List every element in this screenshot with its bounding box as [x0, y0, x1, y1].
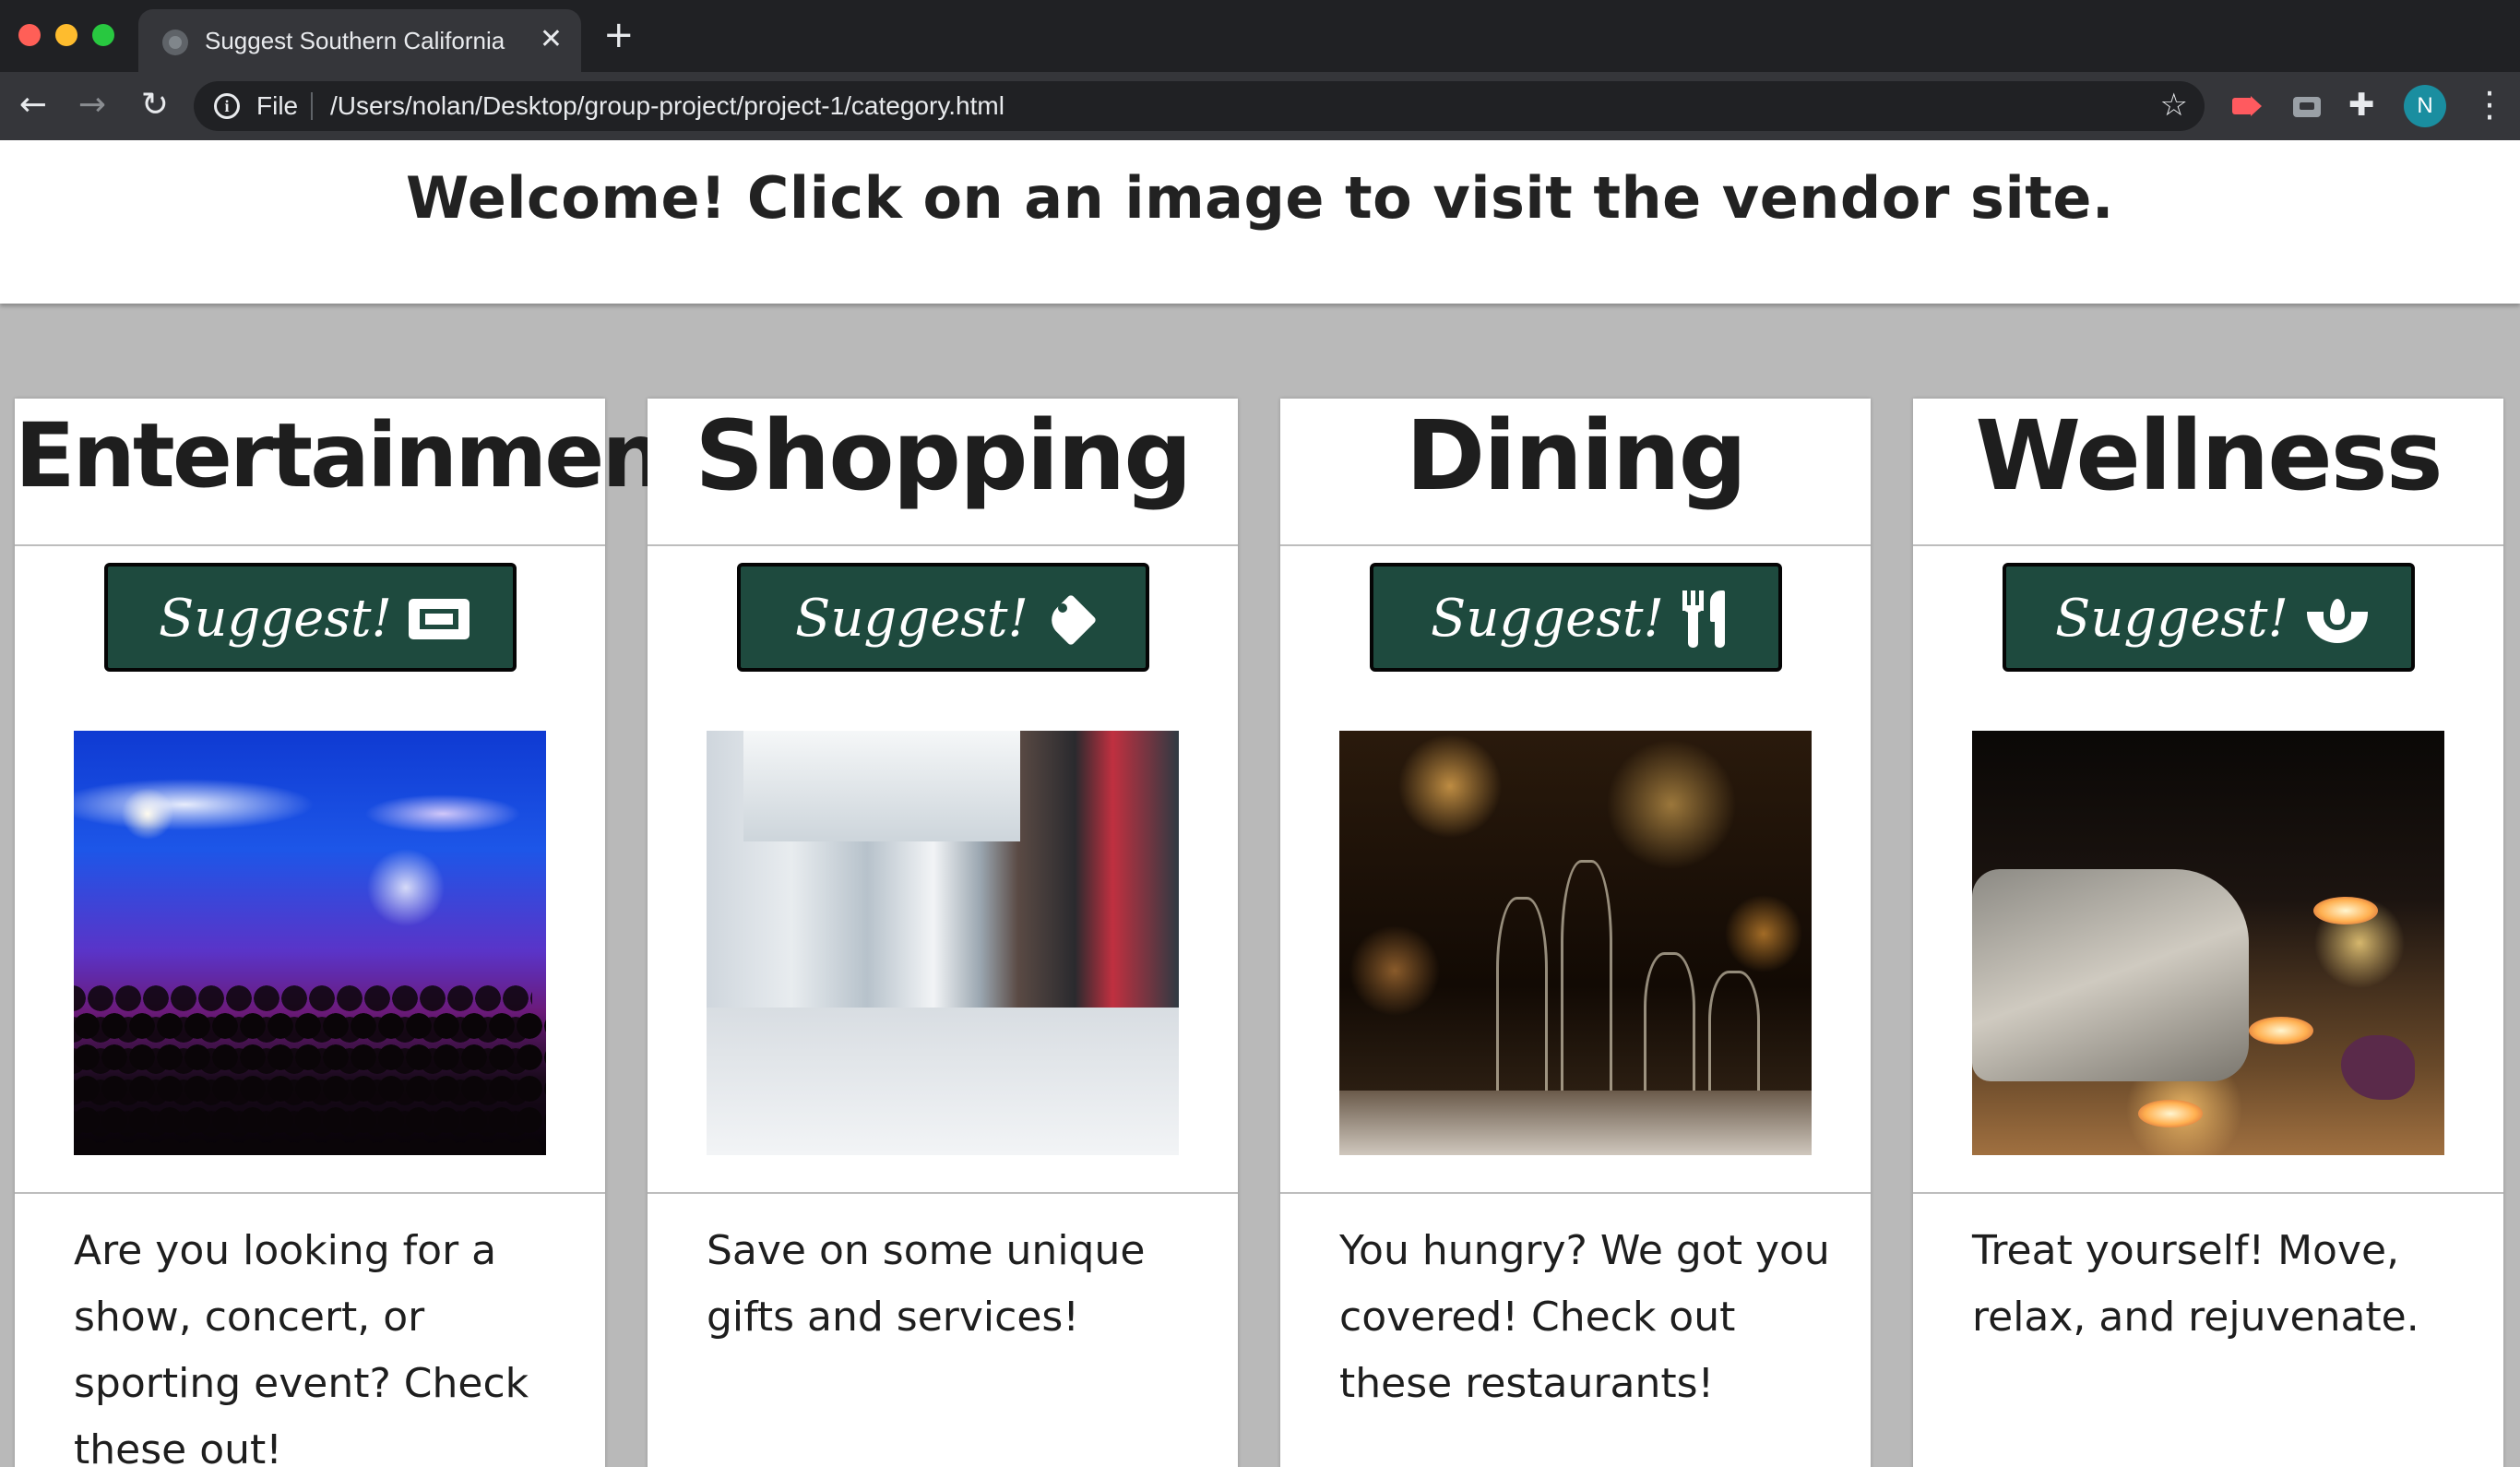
card-description: Are you looking for a show, concert, or … — [74, 1227, 529, 1467]
flower — [2341, 1035, 2415, 1100]
utensils-icon — [1681, 590, 1729, 648]
back-arrow-icon[interactable]: ← — [13, 85, 53, 125]
card-title: Dining — [1405, 400, 1747, 512]
tab-strip: Suggest Southern California ✕ + — [0, 0, 2520, 72]
suggest-button-label: Suggest! — [158, 589, 392, 649]
tea-light-candle — [2313, 897, 2378, 924]
new-tab-icon[interactable]: + — [603, 17, 635, 54]
card-divider — [1280, 1192, 1871, 1194]
card-description: You hungry? We got you covered! Check ou… — [1339, 1227, 1830, 1407]
card-header: Shopping — [648, 399, 1238, 546]
address-bar-divider — [311, 92, 313, 120]
info-icon[interactable]: i — [214, 93, 240, 119]
restaurant-table-image[interactable] — [1339, 731, 1812, 1155]
suggest-shopping-button[interactable]: Suggest! — [737, 563, 1149, 672]
crowd-silhouette — [74, 980, 532, 1155]
close-window-button[interactable] — [18, 24, 41, 46]
suggest-button-label: Suggest! — [1430, 589, 1664, 649]
card-title: Shopping — [695, 400, 1192, 512]
tea-light-candle — [2249, 1017, 2313, 1044]
card-header: Entertainment — [15, 399, 705, 546]
card-title: Entertainment — [15, 404, 705, 507]
suggest-dining-button[interactable]: Suggest! — [1370, 563, 1782, 672]
globe-icon — [162, 30, 188, 55]
mall-floor — [707, 1008, 1179, 1155]
concert-crowd-image[interactable] — [74, 731, 546, 1155]
close-tab-icon[interactable]: ✕ — [540, 23, 563, 56]
card-divider — [648, 1192, 1238, 1194]
spa-lotus-icon — [2305, 593, 2370, 645]
suggest-entertainment-button[interactable]: Suggest! — [104, 563, 517, 672]
mall-atrium — [743, 731, 1020, 841]
category-card-entertainment: Entertainment Suggest! Are you looking f… — [15, 399, 705, 1467]
card-header: Dining — [1280, 399, 1871, 546]
screen-extension-icon[interactable] — [2291, 92, 2323, 120]
url-text[interactable]: /Users/nolan/Desktop/group-project/proje… — [330, 91, 1004, 121]
card-header: Wellness — [1913, 399, 2503, 546]
address-bar[interactable]: i File /Users/nolan/Desktop/group-projec… — [194, 81, 2205, 131]
tea-light-candle — [2138, 1100, 2203, 1127]
table-setting — [1339, 1091, 1812, 1155]
browser-window-chrome: Suggest Southern California ✕ + ← → ↻ i … — [0, 0, 2520, 140]
browser-toolbar: ← → ↻ i File /Users/nolan/Desktop/group-… — [0, 72, 2520, 140]
site-header: Welcome! Click on an image to visit the … — [0, 140, 2520, 304]
video-extension-icon[interactable] — [2230, 92, 2262, 120]
card-title: Wellness — [1975, 400, 2443, 512]
kebab-menu-icon[interactable]: ⋮ — [2472, 83, 2507, 125]
maximize-window-button[interactable] — [92, 24, 114, 46]
suggest-wellness-button[interactable]: Suggest! — [2003, 563, 2415, 672]
profile-avatar[interactable]: N — [2404, 85, 2446, 127]
rolled-towel — [1972, 869, 2249, 1081]
card-divider — [15, 1192, 605, 1194]
ticket-icon — [409, 598, 470, 639]
puzzle-icon[interactable]: ✚ — [2348, 87, 2375, 124]
card-description: Treat yourself! Move, relax, and rejuven… — [1972, 1227, 2419, 1341]
browser-tab[interactable]: Suggest Southern California ✕ — [138, 9, 581, 72]
category-card-dining: Dining Suggest! You hungry? We got you c… — [1280, 399, 1871, 1467]
star-icon[interactable]: ☆ — [2160, 87, 2188, 124]
card-divider — [1913, 1192, 2503, 1194]
shopping-mall-image[interactable] — [707, 731, 1179, 1155]
card-description: Save on some unique gifts and services! — [707, 1227, 1146, 1341]
minimize-window-button[interactable] — [55, 24, 77, 46]
category-card-shopping: Shopping Suggest! Save on some unique gi… — [648, 399, 1238, 1467]
page-content: Welcome! Click on an image to visit the … — [0, 140, 2520, 1467]
category-card-wellness: Wellness Suggest! Treat yourself! Move, … — [1913, 399, 2503, 1467]
suggest-button-label: Suggest! — [794, 589, 1028, 649]
spa-towels-candles-image[interactable] — [1972, 731, 2444, 1155]
tab-title: Suggest Southern California — [205, 27, 505, 54]
suggest-button-label: Suggest! — [2054, 589, 2288, 649]
reload-icon[interactable]: ↻ — [135, 85, 175, 125]
scheme-label: File — [256, 91, 299, 120]
welcome-heading: Welcome! Click on an image to visit the … — [406, 164, 2114, 232]
forward-arrow-icon[interactable]: → — [72, 85, 113, 125]
tag-icon — [1045, 592, 1099, 646]
